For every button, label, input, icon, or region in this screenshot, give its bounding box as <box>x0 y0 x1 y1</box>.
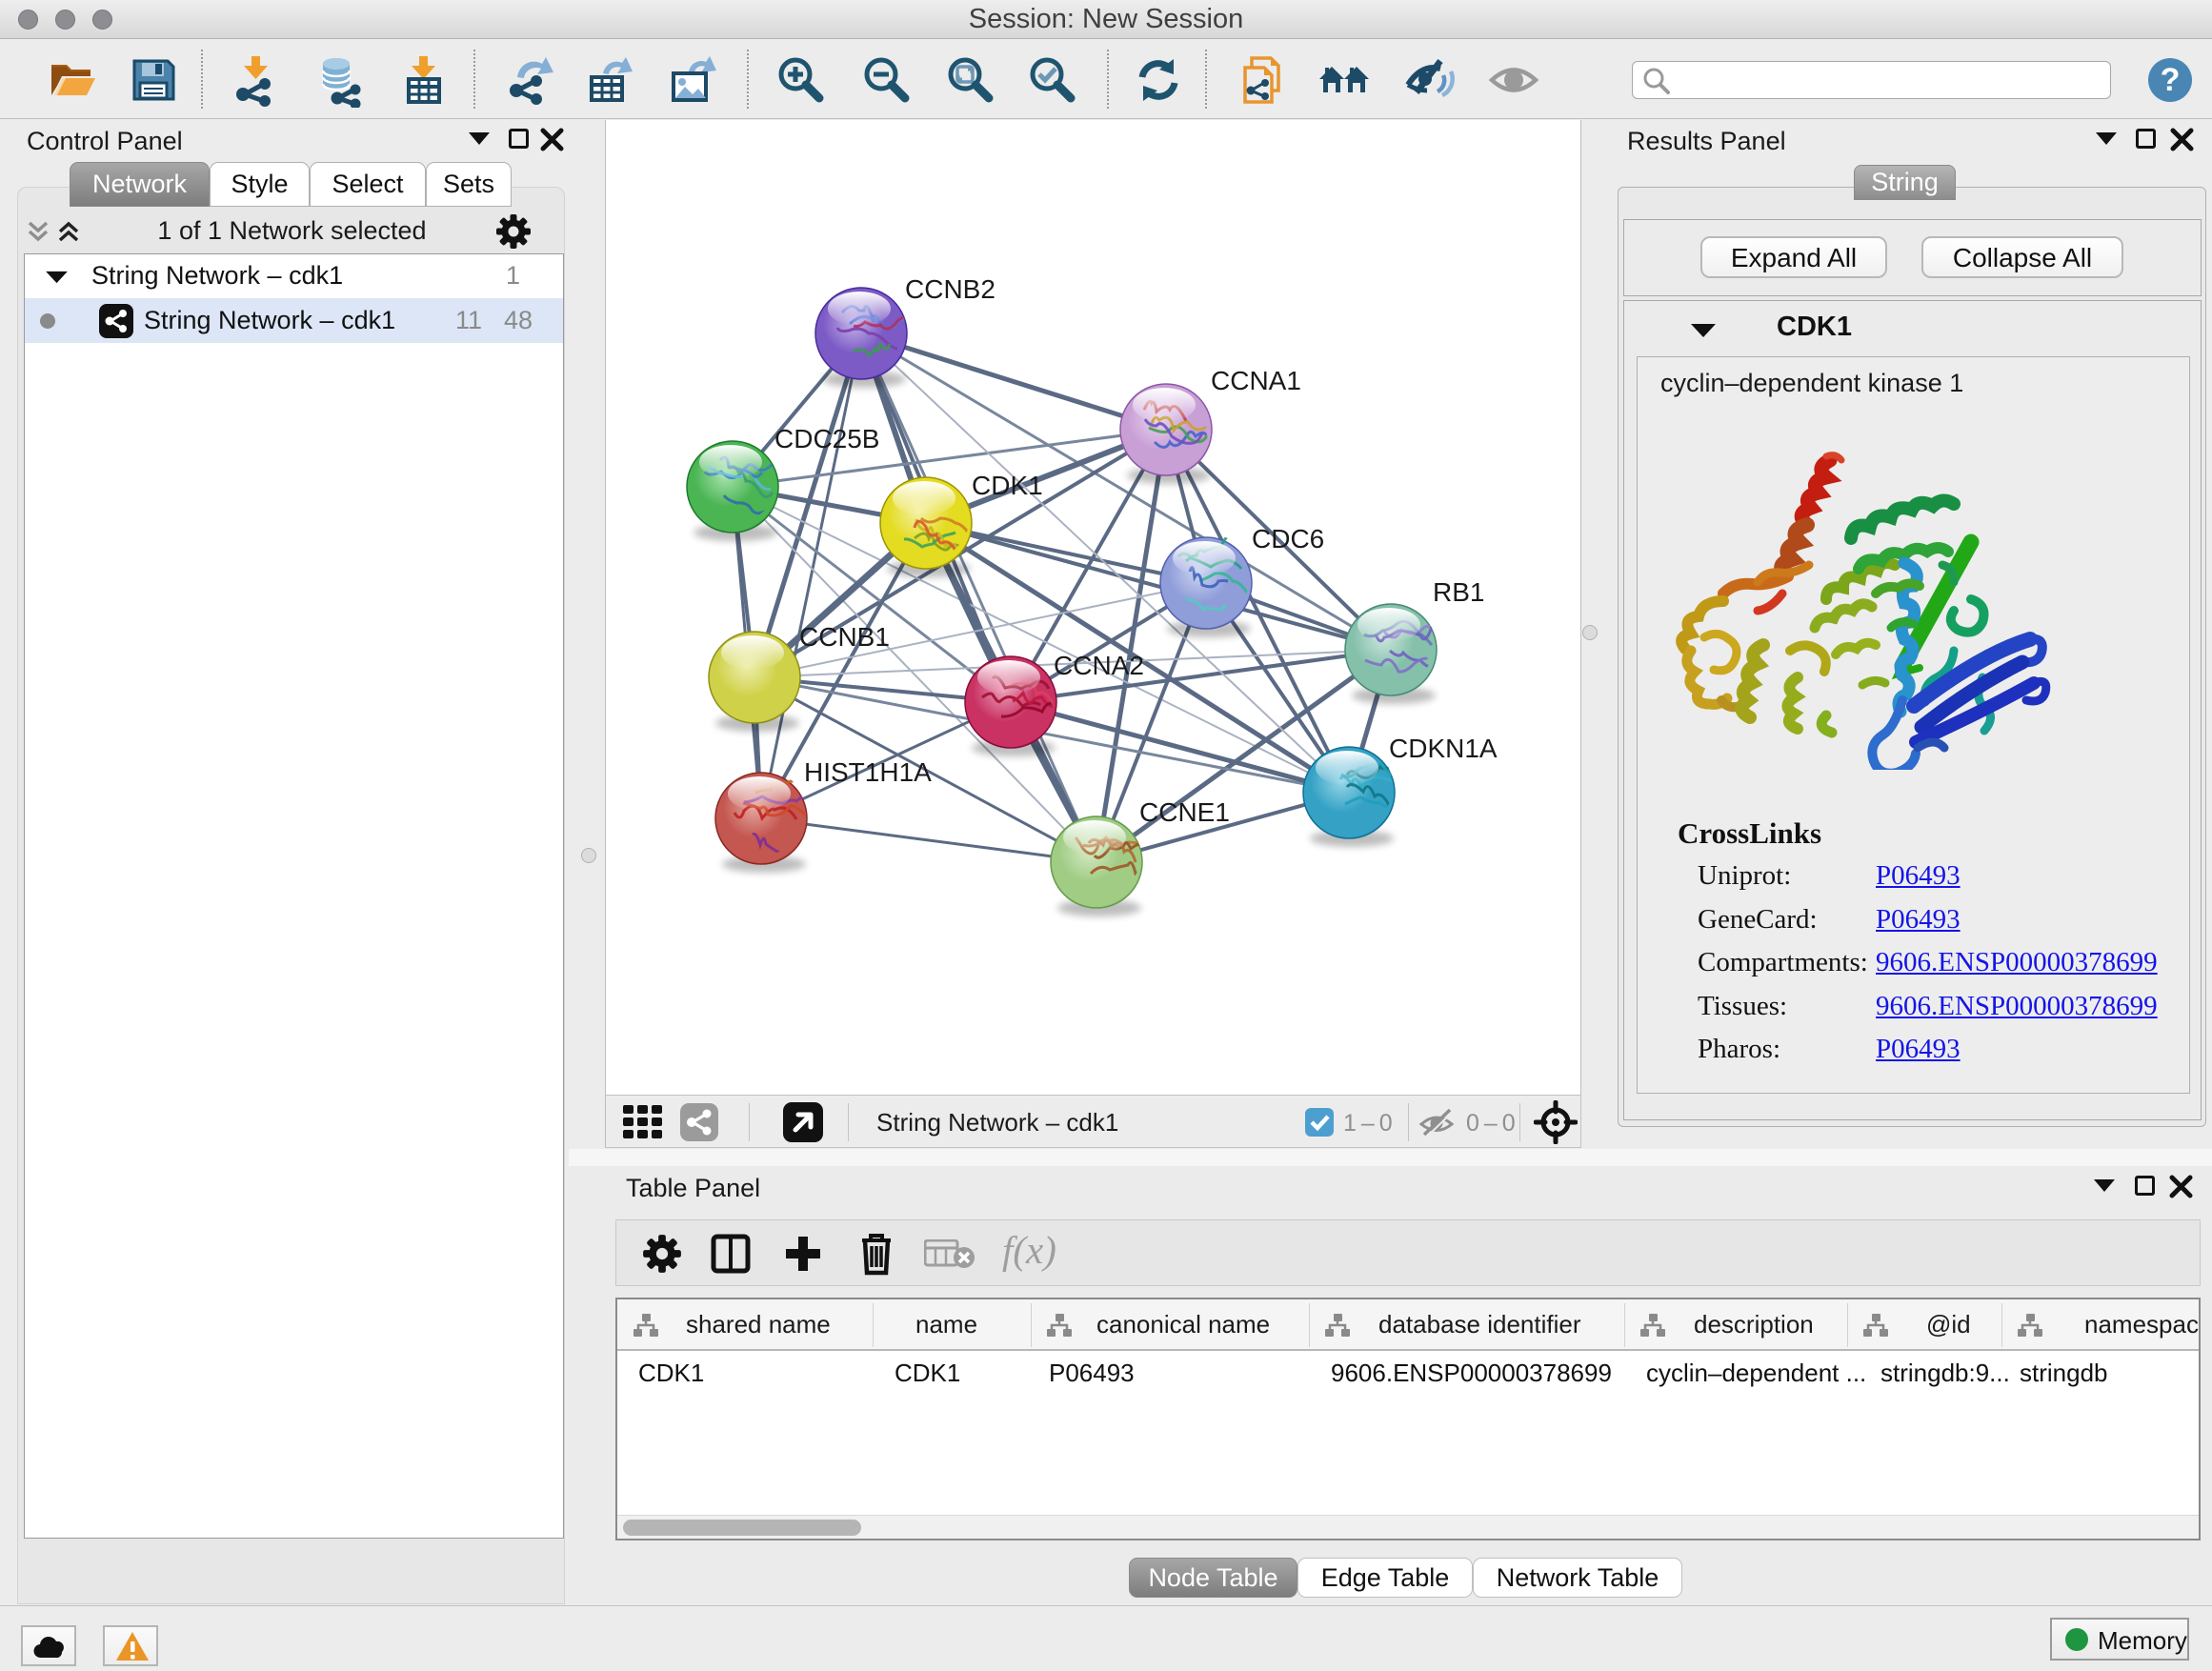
svg-text:HIST1H1A: HIST1H1A <box>804 757 932 787</box>
svg-text:CCNA1: CCNA1 <box>1211 366 1301 395</box>
svg-text:CDK1: CDK1 <box>972 471 1043 500</box>
svg-text:CDC6: CDC6 <box>1252 524 1324 554</box>
svg-text:CDKN1A: CDKN1A <box>1389 734 1498 763</box>
svg-text:CCNB2: CCNB2 <box>905 274 995 304</box>
svg-text:RB1: RB1 <box>1433 577 1484 607</box>
svg-text:CCNA2: CCNA2 <box>1054 651 1144 680</box>
svg-text:CCNE1: CCNE1 <box>1139 797 1230 827</box>
svg-text:CDC25B: CDC25B <box>774 424 879 453</box>
svg-text:?: ? <box>2161 62 2181 98</box>
svg-text:CCNB1: CCNB1 <box>799 622 890 652</box>
